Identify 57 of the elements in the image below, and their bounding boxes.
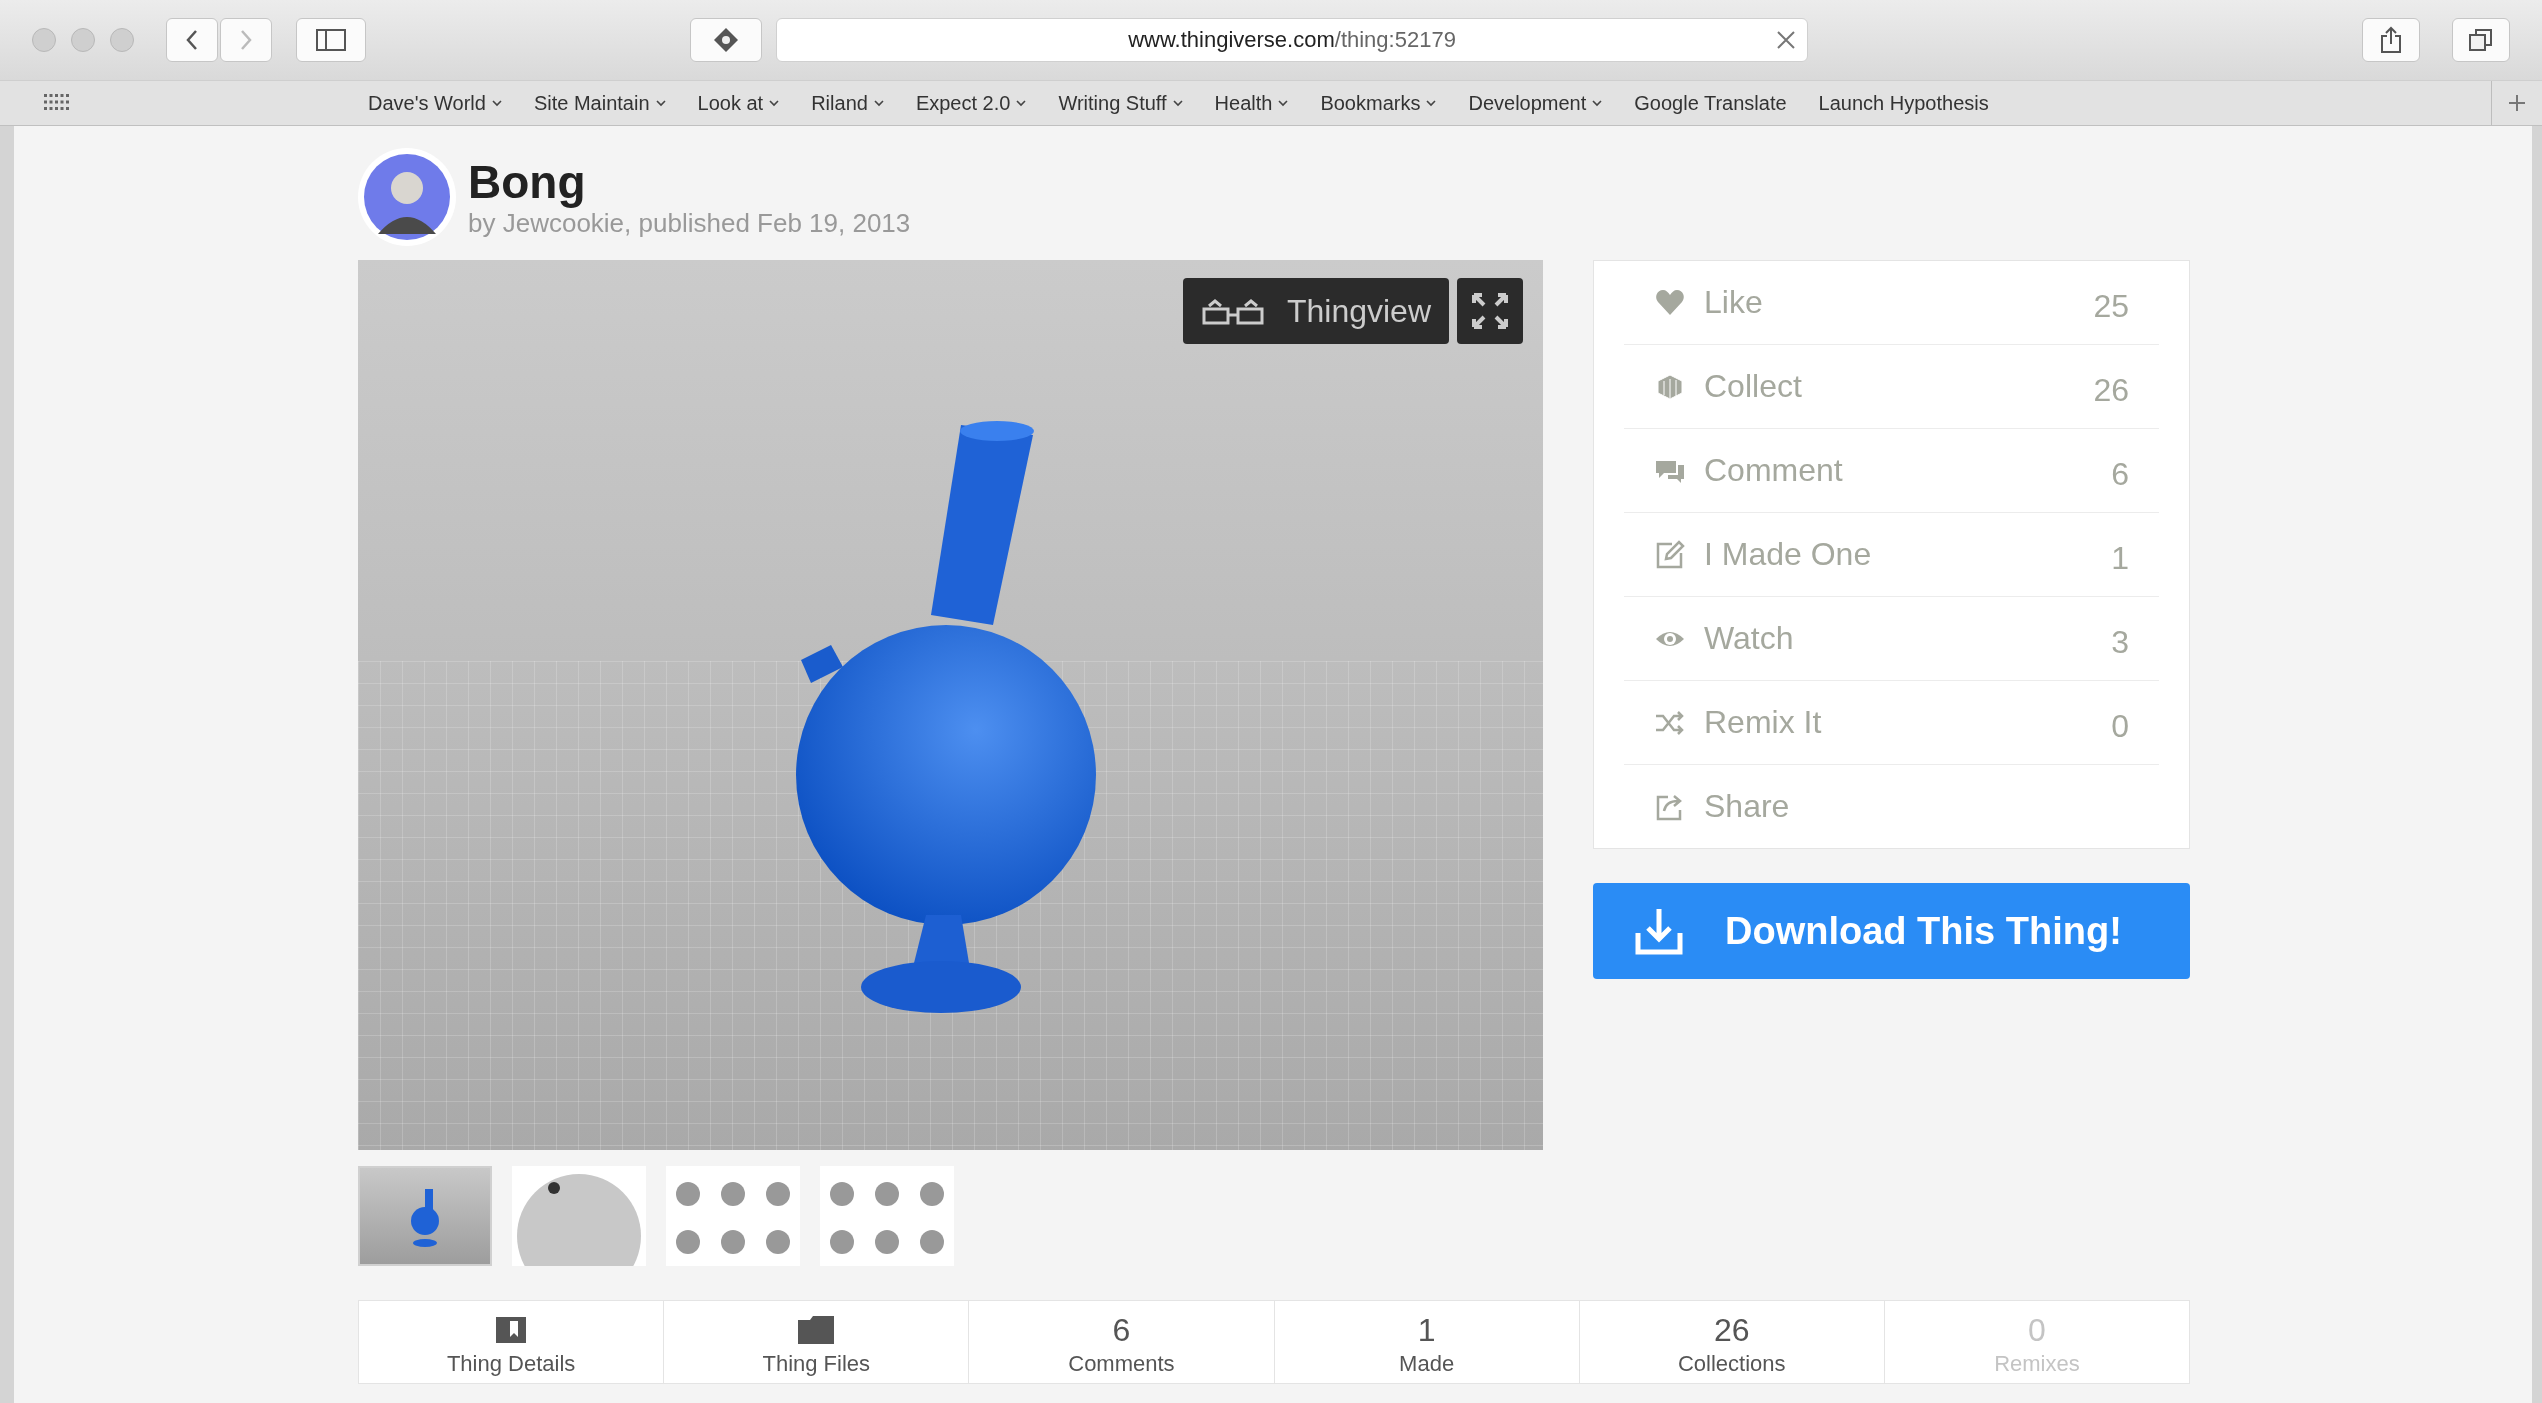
bookmark-link[interactable]: Look at — [697, 91, 780, 115]
tabs-overview-button[interactable] — [2452, 18, 2510, 62]
caret-icon — [1016, 99, 1027, 107]
caret-icon — [1172, 99, 1183, 107]
tab[interactable]: 6 Comments — [969, 1301, 1275, 1383]
action-count: 26 — [2093, 372, 2129, 409]
tab[interactable]: 26 Collections — [1579, 1301, 1885, 1383]
action-count: 6 — [2111, 456, 2129, 493]
thing-title: Bong — [468, 155, 587, 208]
tab[interactable]: 1 Made — [1274, 1301, 1580, 1383]
privacy-button[interactable] — [690, 18, 762, 62]
model-viewer[interactable]: Thingview — [358, 260, 1543, 1150]
share-icon — [2380, 26, 2402, 54]
caret-icon — [873, 99, 884, 107]
caret-icon — [769, 99, 780, 107]
person-silhouette-icon — [364, 154, 450, 240]
bookmark-link[interactable]: Launch Hypothesis — [1818, 91, 1989, 115]
action-count: 3 — [2111, 624, 2129, 661]
action-count: 0 — [2111, 708, 2129, 745]
apps-grid-icon[interactable] — [44, 94, 70, 112]
tab[interactable]: Thing Details — [359, 1301, 665, 1383]
diamond-icon — [712, 26, 740, 54]
bookmark-link[interactable]: Site Maintain — [533, 91, 666, 115]
back-button[interactable] — [166, 18, 218, 62]
address-field[interactable]: www.thingiverse.com/thing:52179 — [776, 18, 1808, 62]
thumbnail[interactable] — [358, 1166, 492, 1266]
clear-icon[interactable] — [1775, 29, 1797, 51]
folder-icon — [796, 1313, 837, 1347]
tabs-icon — [2468, 27, 2494, 53]
caret-icon — [1592, 99, 1603, 107]
caret-icon — [1278, 99, 1289, 107]
back-icon — [184, 28, 200, 52]
fullscreen-icon — [1470, 291, 1510, 331]
tab[interactable]: Thing Files — [664, 1301, 970, 1383]
glasses-icon — [1200, 296, 1265, 326]
bookmark-link[interactable]: Development — [1468, 91, 1603, 115]
caret-icon — [491, 99, 502, 107]
byline: by Jewcookie, published Feb 19, 2013 — [468, 207, 911, 239]
plus-icon — [2508, 94, 2526, 112]
action-count: 1 — [2111, 540, 2129, 577]
sidebar-toggle-button[interactable] — [296, 18, 366, 62]
bookmark-link[interactable]: Bookmarks — [1320, 91, 1437, 115]
edit-icon — [1654, 538, 1686, 571]
bookmark-link[interactable]: Dave's World — [368, 91, 502, 115]
action-count: 25 — [2093, 288, 2129, 325]
caret-icon — [655, 99, 666, 107]
thingview-button[interactable]: Thingview — [1182, 278, 1449, 344]
bookmark-link[interactable]: Riland — [811, 91, 884, 115]
share-button[interactable] — [2362, 18, 2420, 62]
bookmark-link[interactable]: Writing Stuff — [1058, 91, 1183, 115]
fullscreen-button[interactable] — [1457, 278, 1523, 344]
bookmark-link[interactable]: Google Translate — [1634, 91, 1787, 115]
forward-icon — [238, 28, 254, 52]
caret-icon — [1426, 99, 1437, 107]
sidebar-icon — [316, 29, 346, 51]
bookmark-link[interactable]: Expect 2.0 — [915, 91, 1027, 115]
bookmark-link[interactable]: Health — [1214, 91, 1289, 115]
